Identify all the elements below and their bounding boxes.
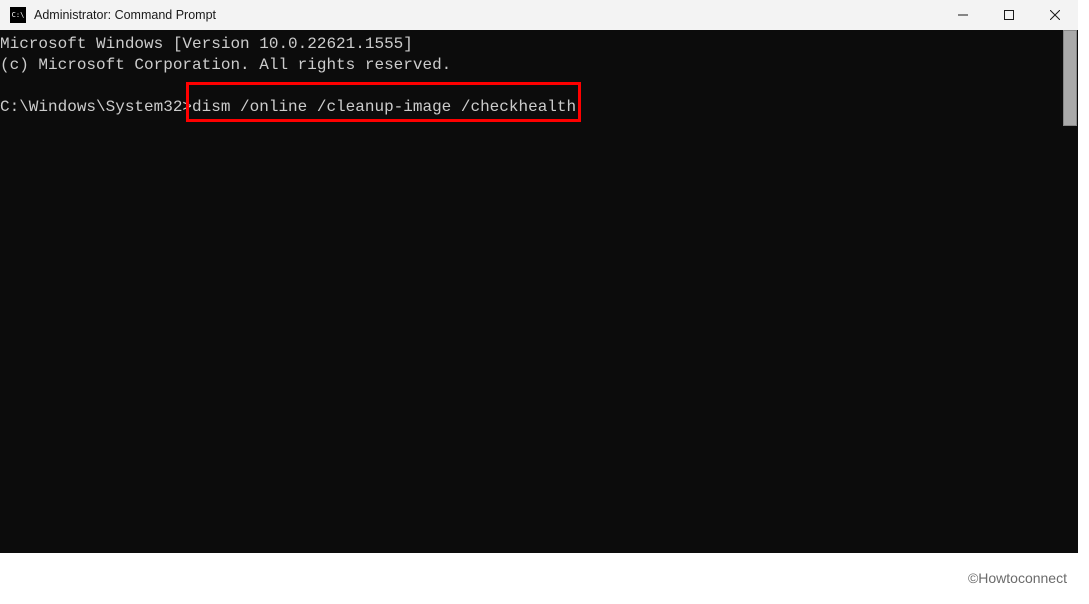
terminal-client-area[interactable]: Microsoft Windows [Version 10.0.22621.15… [0,30,1078,553]
typed-command[interactable]: dism /online /cleanup-image /checkhealth [192,98,576,116]
close-button[interactable] [1032,0,1078,30]
titlebar[interactable]: Administrator: Command Prompt [0,0,1078,30]
minimize-icon [958,10,968,20]
cmd-icon [10,7,26,23]
vertical-scrollbar[interactable] [1063,30,1077,126]
version-line: Microsoft Windows [Version 10.0.22621.15… [0,35,413,53]
watermark-text: ©Howtoconnect [968,570,1067,586]
maximize-button[interactable] [986,0,1032,30]
minimize-button[interactable] [940,0,986,30]
prompt-path: C:\Windows\System32> [0,98,192,116]
terminal-output: Microsoft Windows [Version 10.0.22621.15… [0,30,1078,118]
copyright-line: (c) Microsoft Corporation. All rights re… [0,56,451,74]
close-icon [1050,10,1060,20]
command-prompt-window: Administrator: Command Prompt Microsoft … [0,0,1078,553]
maximize-icon [1004,10,1014,20]
window-title: Administrator: Command Prompt [34,8,216,22]
